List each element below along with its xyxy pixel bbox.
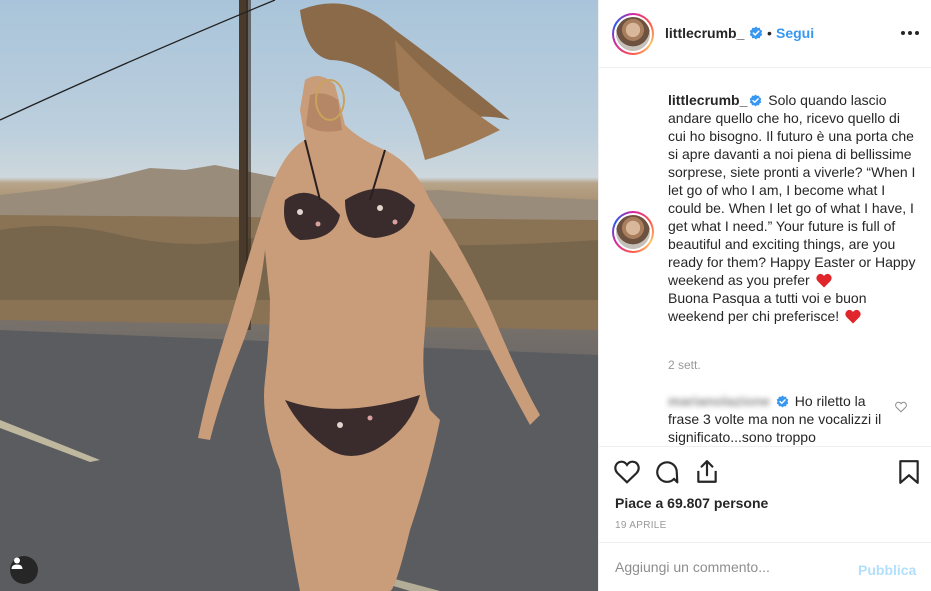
verified-badge-icon xyxy=(776,395,789,408)
more-options-icon[interactable] xyxy=(899,22,921,44)
caption-text: littlecrumb_ Solo quando lascio andare q… xyxy=(668,91,918,325)
red-heart-emoji-icon xyxy=(815,273,832,288)
red-heart-emoji-icon xyxy=(845,309,861,324)
post-actions: Piace a 69.807 persone 19 APRILE xyxy=(599,446,931,542)
comment-like-icon[interactable] xyxy=(895,401,907,413)
likes-count[interactable]: Piace a 69.807 persone xyxy=(615,495,768,511)
comment-item: marianolazione Ho riletto la frase 3 vol… xyxy=(668,392,898,446)
caption-time-ago[interactable]: 2 sett. xyxy=(668,358,701,372)
author-avatar[interactable] xyxy=(612,13,654,55)
comments-section[interactable]: littlecrumb_ Solo quando lascio andare q… xyxy=(599,69,931,446)
save-bookmark-icon[interactable] xyxy=(896,459,922,485)
caption-body-1: Solo quando lascio andare quello che ho,… xyxy=(668,92,916,288)
caption-username[interactable]: littlecrumb_ xyxy=(668,92,747,108)
share-icon[interactable] xyxy=(694,459,720,485)
verified-badge-icon xyxy=(749,26,763,40)
author-username[interactable]: littlecrumb_ xyxy=(665,25,744,41)
post-comment-button[interactable]: Pubblica xyxy=(858,562,916,578)
header-separator: • xyxy=(767,25,772,41)
post-date[interactable]: 19 APRILE xyxy=(615,520,667,531)
post-side-panel: littlecrumb_ • Segui littlecrumb_ Solo q… xyxy=(598,0,931,591)
photo-illustration xyxy=(0,0,598,591)
comment-bubble-icon[interactable] xyxy=(654,459,680,485)
post-header: littlecrumb_ • Segui xyxy=(599,0,931,68)
follow-button[interactable]: Segui xyxy=(776,25,814,41)
caption-body-2: Buona Pasqua a tutti voi e buon weekend … xyxy=(668,290,867,324)
comment-username[interactable]: marianolazione xyxy=(668,393,770,409)
comment-composer: Pubblica xyxy=(599,542,931,591)
post-photo[interactable] xyxy=(0,0,598,591)
like-heart-icon[interactable] xyxy=(614,459,640,485)
user-tag-icon xyxy=(11,557,23,569)
verified-badge-icon xyxy=(750,94,762,107)
user-tag-button[interactable] xyxy=(10,556,38,584)
comment-input[interactable] xyxy=(615,559,835,575)
caption-avatar[interactable] xyxy=(612,211,654,253)
